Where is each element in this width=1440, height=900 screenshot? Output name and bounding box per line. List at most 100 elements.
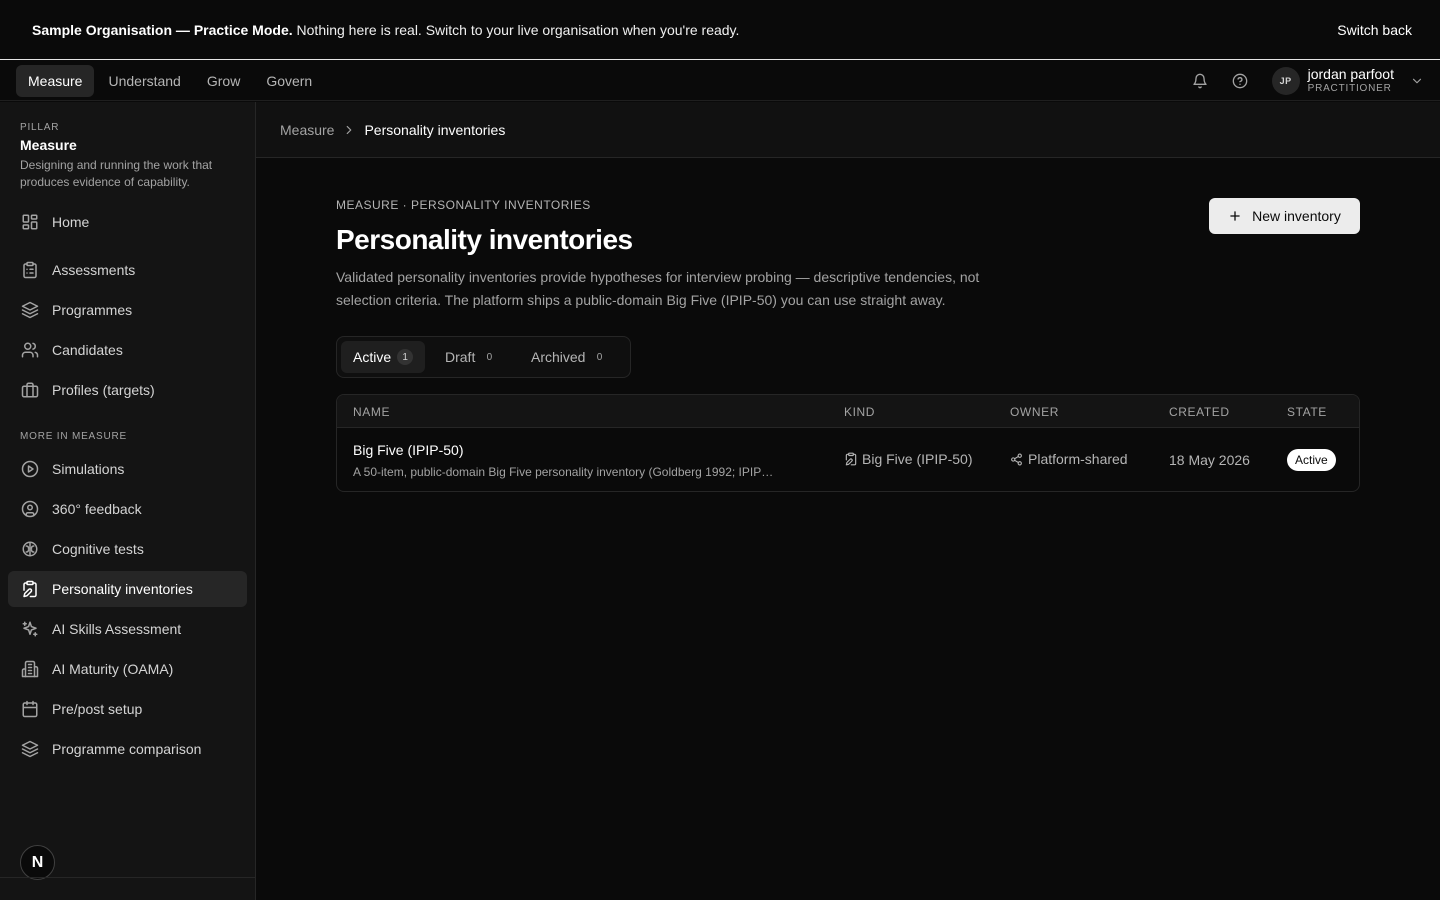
new-inventory-button[interactable]: New inventory (1209, 198, 1360, 234)
row-owner: Platform-shared (1010, 451, 1128, 467)
help-circle-icon[interactable] (1220, 65, 1260, 97)
page-title: Personality inventories (336, 224, 633, 255)
banner-strong-text: Sample Organisation — Practice Mode. (32, 21, 293, 38)
sidebar-item-ai-maturity[interactable]: AI Maturity (OAMA) (8, 651, 247, 687)
inventories-table: NAME KIND OWNER CREATED STATE Big Five (… (336, 394, 1360, 492)
avatar: JP (1271, 66, 1300, 95)
table-header: NAME KIND OWNER CREATED STATE (337, 395, 1359, 428)
practice-mode-banner: Sample Organisation — Practice Mode. Not… (0, 0, 1440, 60)
sidebar-header: PILLAR Measure Designing and running the… (0, 102, 255, 191)
layout-grid-icon (20, 212, 40, 232)
row-created: 18 May 2026 (1169, 452, 1250, 468)
chevron-right-icon (342, 123, 356, 137)
building-icon (20, 659, 40, 679)
brain-icon (20, 539, 40, 559)
sidebar-item-simulations[interactable]: Simulations (8, 451, 247, 487)
tab-count: 0 (596, 351, 603, 363)
sidebar-item-ai-skills-assessment[interactable]: AI Skills Assessment (8, 611, 247, 647)
column-header-state[interactable]: STATE (1287, 405, 1327, 419)
status-badge: Active (1287, 449, 1336, 471)
pillar-tab-govern[interactable]: Govern (254, 65, 324, 97)
user-menu[interactable]: JP jordan parfoot PRACTITIONER (1271, 66, 1424, 96)
pillar-tab-understand[interactable]: Understand (96, 65, 192, 97)
top-navigation: Measure Understand Grow Govern JP jordan… (0, 61, 1440, 101)
banner-text: Nothing here is real. Switch to your liv… (296, 21, 740, 38)
user-role: PRACTITIONER (1307, 82, 1392, 94)
switch-back-button[interactable]: Switch back (1337, 22, 1412, 38)
sidebar-item-label: Profiles (targets) (52, 382, 155, 398)
column-header-kind[interactable]: KIND (844, 405, 875, 419)
column-header-created[interactable]: CREATED (1169, 405, 1230, 419)
clipboard-edit-icon (844, 452, 858, 466)
sidebar-item-label: Simulations (52, 461, 125, 477)
sidebar-item-home[interactable]: Home (8, 204, 247, 240)
sidebar-item-personality-inventories[interactable]: Personality inventories (8, 571, 247, 607)
sidebar-item-label: Home (52, 214, 90, 230)
sidebar-item-assessments[interactable]: Assessments (8, 252, 247, 288)
top-right-actions: JP jordan parfoot PRACTITIONER (1180, 65, 1424, 97)
row-kind-label: Big Five (IPIP-50) (862, 451, 973, 467)
notifications-bell-icon[interactable] (1180, 65, 1220, 97)
page-description: Validated personality inventories provid… (336, 269, 980, 308)
row-description: A 50-item, public-domain Big Five person… (353, 465, 774, 479)
sidebar: PILLAR Measure Designing and running the… (0, 102, 256, 900)
sidebar-item-pre-post-setup[interactable]: Pre/post setup (8, 691, 247, 727)
play-circle-icon (20, 459, 40, 479)
sidebar-footer (0, 877, 255, 900)
plus-icon (1228, 209, 1242, 223)
breadcrumb-parent[interactable]: Measure (280, 122, 334, 138)
tab-archived[interactable]: Archived 0 (519, 341, 619, 373)
sidebar-item-cognitive-tests[interactable]: Cognitive tests (8, 531, 247, 567)
sidebar-item-label: AI Skills Assessment (52, 621, 182, 637)
briefcase-icon (20, 380, 40, 400)
user-info: jordan parfoot PRACTITIONER (1308, 66, 1394, 96)
sidebar-section-label: MORE IN MEASURE (20, 431, 128, 442)
row-owner-label: Platform-shared (1028, 451, 1128, 467)
tab-draft[interactable]: Draft 0 (433, 341, 509, 373)
sidebar-item-label: Programme comparison (52, 741, 202, 757)
sidebar-item-programme-comparison[interactable]: Programme comparison (8, 731, 247, 767)
user-name: jordan parfoot (1307, 65, 1394, 82)
sidebar-item-profiles[interactable]: Profiles (targets) (8, 372, 247, 408)
breadcrumb-current: Personality inventories (364, 121, 506, 138)
users-icon (20, 340, 40, 360)
clipboard-edit-icon (20, 579, 40, 599)
sidebar-item-360-feedback[interactable]: 360° feedback (8, 491, 247, 527)
sidebar-item-label: 360° feedback (52, 501, 142, 517)
tab-label: Archived (531, 349, 586, 365)
calendar-icon (20, 699, 40, 719)
user-circle-icon (20, 499, 40, 519)
tab-count: 0 (486, 351, 493, 363)
framework-badge[interactable]: N (20, 845, 55, 880)
pillar-tab-measure[interactable]: Measure (16, 64, 95, 97)
pillar-tabs: Measure Understand Grow Govern (16, 64, 324, 97)
sidebar-item-label: Programmes (52, 302, 133, 318)
row-name[interactable]: Big Five (IPIP-50) (353, 442, 463, 458)
share-icon (1010, 453, 1023, 466)
new-inventory-label: New inventory (1252, 208, 1341, 224)
column-header-name[interactable]: NAME (353, 405, 390, 419)
sidebar-title: Measure (20, 137, 77, 153)
sidebar-item-label: Candidates (52, 342, 123, 358)
tab-count: 1 (397, 349, 414, 365)
sidebar-item-label: Pre/post setup (52, 701, 143, 717)
row-kind: Big Five (IPIP-50) (844, 451, 972, 467)
status-tabs: Active 1 Draft 0 Archived 0 (336, 336, 631, 378)
sidebar-item-label: Assessments (52, 262, 136, 278)
sidebar-item-label: Cognitive tests (52, 541, 144, 557)
sidebar-item-label: AI Maturity (OAMA) (52, 661, 174, 677)
sidebar-description: Designing and running the work that prod… (20, 158, 213, 189)
sidebar-item-label: Personality inventories (52, 581, 193, 597)
clipboard-list-icon (20, 260, 40, 280)
sidebar-item-programmes[interactable]: Programmes (8, 292, 247, 328)
tab-label: Draft (445, 349, 476, 365)
layers-icon (20, 300, 40, 320)
breadcrumb: Measure Personality inventories (256, 102, 1440, 158)
sparkles-icon (20, 619, 40, 639)
table-row[interactable]: Big Five (IPIP-50) A 50-item, public-dom… (337, 428, 1359, 491)
layers-icon (20, 739, 40, 759)
tab-active[interactable]: Active 1 (341, 341, 426, 373)
sidebar-item-candidates[interactable]: Candidates (8, 332, 247, 368)
column-header-owner[interactable]: OWNER (1010, 405, 1059, 419)
pillar-tab-grow[interactable]: Grow (195, 65, 252, 97)
